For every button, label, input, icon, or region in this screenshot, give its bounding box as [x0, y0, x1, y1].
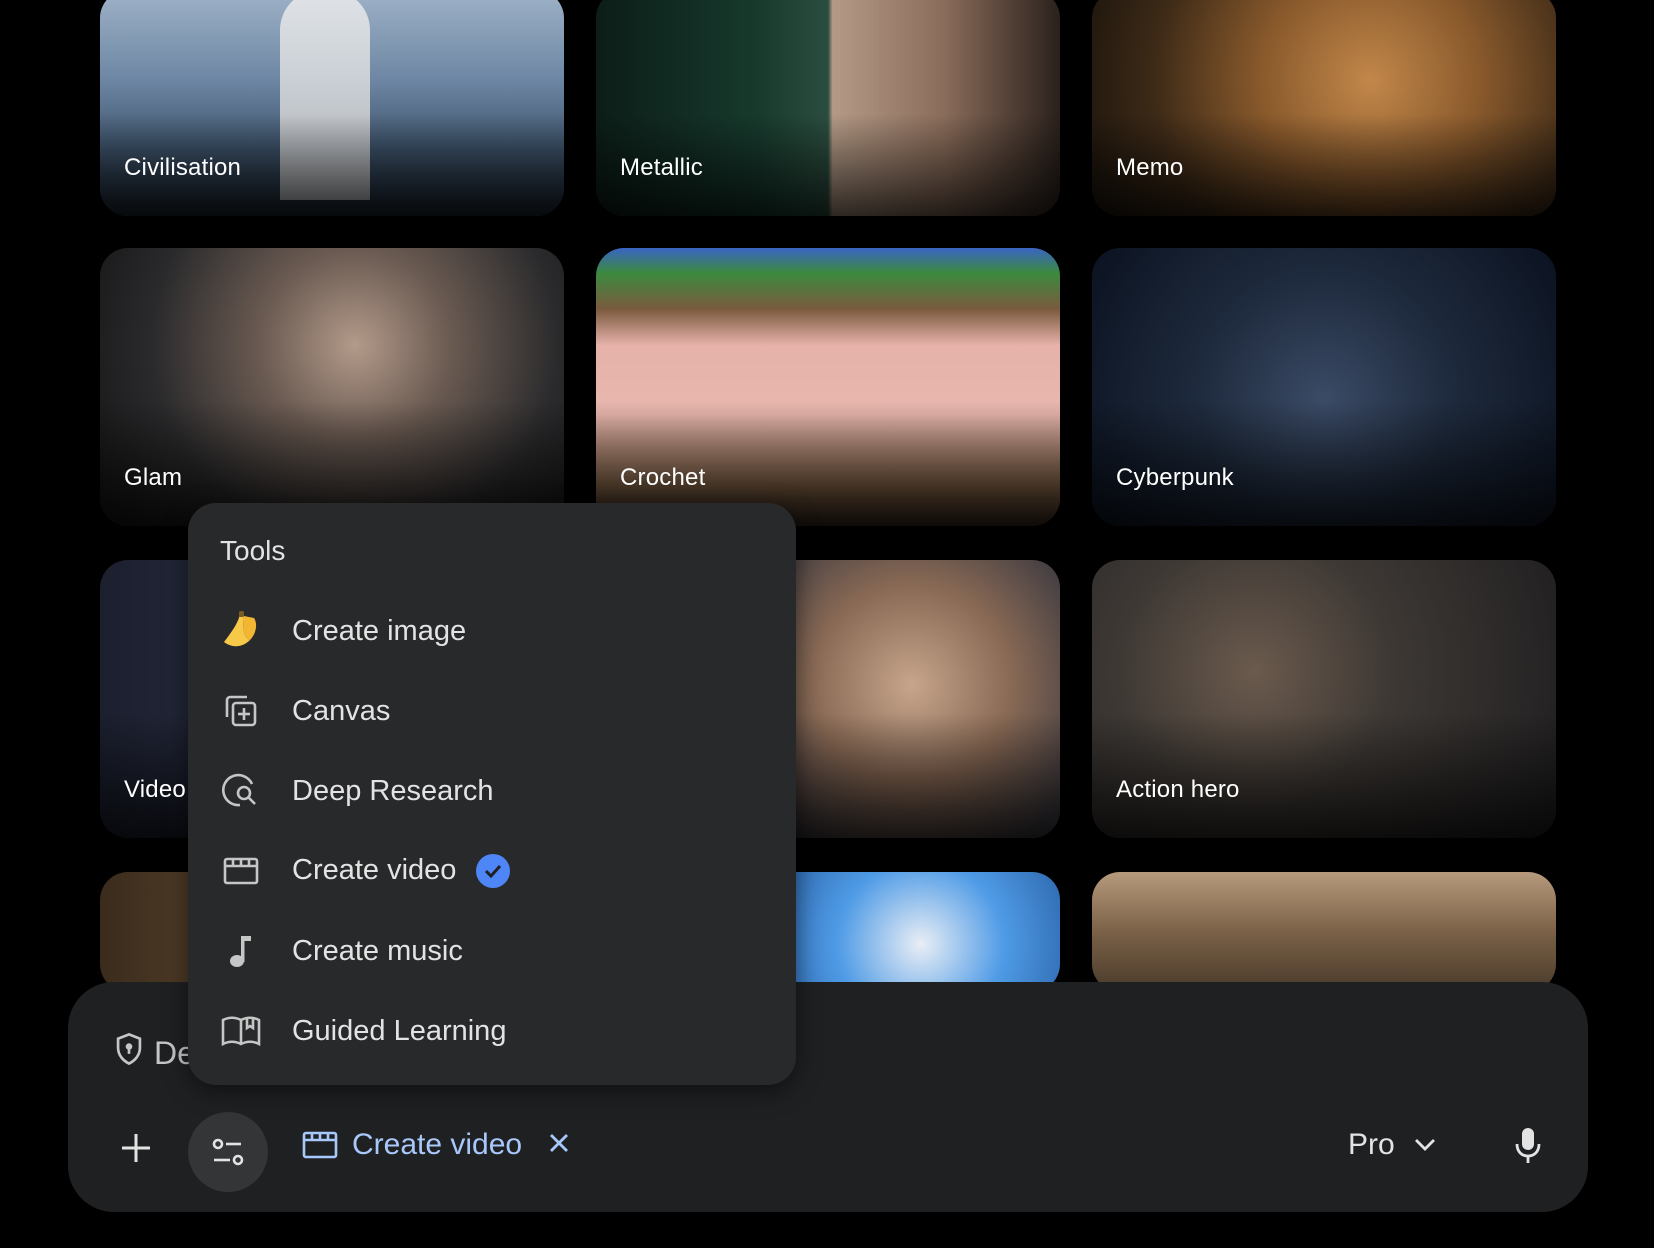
gallery-tile-metallic[interactable]: Metallic [596, 0, 1060, 216]
menu-item-label: Guided Learning [292, 1014, 507, 1047]
gallery-tile-action-hero[interactable]: Action hero [1092, 560, 1556, 838]
menu-item-create-music[interactable]: Create music [188, 911, 796, 991]
close-icon [550, 1134, 569, 1152]
figure-walking [280, 0, 370, 200]
tile-label: Glam [124, 464, 183, 491]
model-label: Pro [1348, 1128, 1395, 1161]
menu-item-canvas[interactable]: Canvas [188, 671, 796, 751]
gallery-tile-pottery[interactable] [1092, 872, 1556, 992]
gallery-tile-crochet[interactable]: Crochet [596, 248, 1060, 526]
microphone-button[interactable] [1500, 1116, 1556, 1176]
prompt-input[interactable]: De [114, 1032, 195, 1074]
menu-item-label: Create image [292, 614, 467, 647]
tile-label: Metallic [620, 154, 703, 181]
gallery-tile-cyberpunk[interactable]: Cyberpunk [1092, 248, 1556, 526]
open-book-icon [220, 1010, 262, 1052]
model-selector[interactable]: Pro [1348, 1120, 1437, 1170]
selected-check-icon [476, 854, 511, 889]
tile-label: Crochet [620, 464, 706, 491]
tile-label: Action hero [1116, 776, 1240, 803]
menu-item-create-image[interactable]: Create image [188, 591, 796, 671]
remove-tool-button[interactable] [548, 1128, 570, 1162]
banana-icon [220, 610, 262, 652]
add-button[interactable] [106, 1118, 166, 1178]
microphone-icon [1515, 1128, 1541, 1163]
menu-item-label: Create video [292, 853, 457, 886]
menu-item-deep-research[interactable]: Deep Research [188, 751, 796, 831]
tune-icon [212, 1138, 244, 1166]
menu-item-create-video[interactable]: Create video [188, 831, 796, 911]
tile-label: Video [124, 776, 186, 803]
shield-icon [114, 1032, 144, 1074]
gallery-tile-memo[interactable]: Memo [1092, 0, 1556, 216]
plus-icon [122, 1134, 150, 1162]
menu-item-guided-learning[interactable]: Guided Learning [188, 991, 796, 1071]
menu-item-label: Create music [292, 934, 463, 967]
menu-item-label: Deep Research [292, 774, 494, 807]
active-tool-chip[interactable]: Create video [302, 1120, 570, 1170]
tile-label: Memo [1116, 154, 1184, 181]
active-tool-chip-label: Create video [352, 1128, 523, 1161]
menu-item-label: Canvas [292, 694, 391, 727]
tools-menu: Tools Create image Canvas Deep Research … [188, 503, 796, 1085]
tools-menu-title: Tools [220, 535, 286, 566]
tile-label: Cyberpunk [1116, 464, 1234, 491]
clapperboard-icon [220, 850, 262, 892]
canvas-icon [220, 690, 262, 732]
gallery-tile-glam[interactable]: Glam [100, 248, 564, 526]
deep-research-icon [220, 770, 262, 812]
gallery-tile-civilisation[interactable]: Civilisation [100, 0, 564, 216]
tile-label: Civilisation [124, 154, 242, 181]
clapperboard-icon [302, 1131, 338, 1159]
tools-button[interactable] [188, 1112, 268, 1192]
menu-item-label-wrap: Create video [292, 853, 511, 889]
chevron-down-icon [1414, 1139, 1435, 1151]
music-note-icon [220, 930, 262, 972]
